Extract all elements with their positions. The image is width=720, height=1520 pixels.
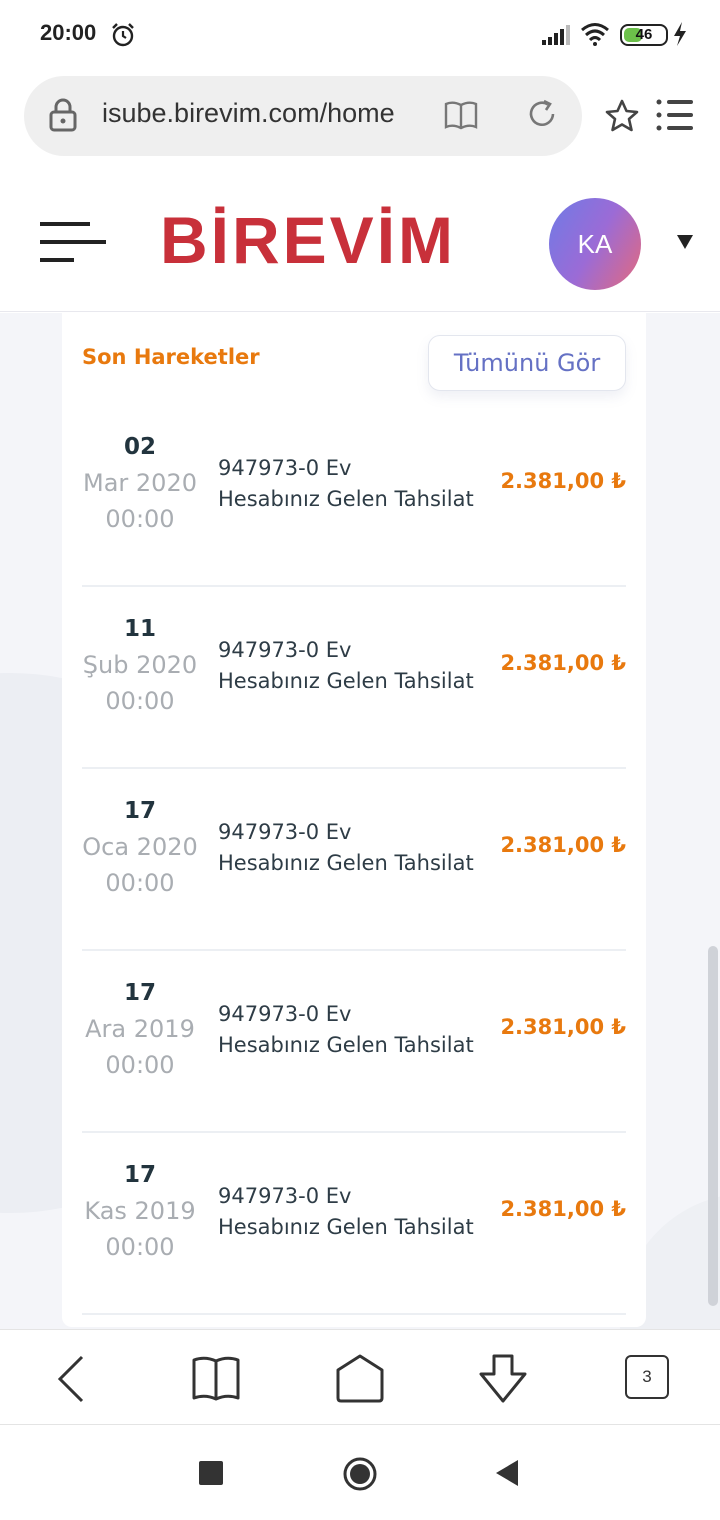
transaction-month-year: Kas 2019 [84,1197,196,1225]
recents-icon[interactable] [199,1461,223,1485]
transaction-time: 00:00 [105,1051,175,1079]
transaction-month-year: Şub 2020 [82,651,198,679]
recent-transactions-card: Son Hareketler Tümünü Gör 02 Mar 2020 00… [62,313,646,1327]
lock-icon [49,98,77,132]
see-all-button[interactable]: Tümünü Gör [428,335,626,391]
transaction-type: Hesabınız Gelen Tahsilat [218,669,474,693]
transaction-row[interactable]: 17 Kas 2019 00:00 947973-0 Ev Hesabınız … [82,1133,626,1315]
transaction-description: 947973-0 Ev Hesabınız Gelen Tahsilat [218,999,498,1061]
wifi-icon [581,23,609,46]
transaction-amount: 2.381,00 ₺ [500,1197,626,1221]
transaction-time: 00:00 [105,869,175,897]
transaction-account: 947973-0 Ev [218,456,352,480]
signal-icon [542,25,570,45]
transaction-row[interactable]: 02 Mar 2020 00:00 947973-0 Ev Hesabınız … [82,405,626,587]
transaction-amount: 2.381,00 ₺ [500,1015,626,1039]
transaction-account: 947973-0 Ev [218,638,352,662]
transaction-month-year: Mar 2020 [83,469,197,497]
caret-down-icon[interactable] [676,234,694,250]
transaction-month-year: Ara 2019 [85,1015,195,1043]
transaction-row[interactable]: 17 Oca 2020 00:00 947973-0 Ev Hesabınız … [82,769,626,951]
transaction-description: 947973-0 Ev Hesabınız Gelen Tahsilat [218,453,498,515]
charging-icon [674,22,686,46]
tabs-count-button[interactable]: 3 [625,1355,669,1399]
bookmarks-book-icon[interactable] [189,1352,243,1406]
transaction-day: 17 [123,980,156,1006]
url-text[interactable]: isube.birevim.com/home [102,98,412,134]
transaction-type: Hesabınız Gelen Tahsilat [218,487,474,511]
transaction-description: 947973-0 Ev Hesabınız Gelen Tahsilat [218,817,498,879]
page-scrollbar[interactable] [708,946,718,1306]
transaction-list: 02 Mar 2020 00:00 947973-0 Ev Hesabınız … [82,405,626,1315]
transaction-amount: 2.381,00 ₺ [500,651,626,675]
transaction-description: 947973-0 Ev Hesabınız Gelen Tahsilat [218,1181,498,1243]
transaction-date: 17 Kas 2019 00:00 [82,1157,198,1265]
transaction-day: 17 [123,798,156,824]
reader-mode-icon[interactable] [444,100,478,130]
status-bar: 20:00 46 [0,0,720,70]
transaction-amount: 2.381,00 ₺ [500,469,626,493]
download-icon[interactable] [476,1352,530,1406]
transaction-type: Hesabınız Gelen Tahsilat [218,851,474,875]
home-icon[interactable] [333,1352,387,1406]
back-arrow-icon[interactable] [44,1352,98,1406]
site-header: BİREVİM KA [0,170,720,312]
transaction-time: 00:00 [105,505,175,533]
system-back-icon[interactable] [494,1458,520,1488]
transaction-day: 02 [123,434,156,460]
transaction-row[interactable]: 11 Şub 2020 00:00 947973-0 Ev Hesabınız … [82,587,626,769]
user-avatar[interactable]: KA [549,198,641,290]
transaction-account: 947973-0 Ev [218,1184,352,1208]
address-bar[interactable]: isube.birevim.com/home [24,76,582,156]
transaction-account: 947973-0 Ev [218,820,352,844]
status-time: 20:00 [40,20,97,45]
transaction-date: 17 Oca 2020 00:00 [82,793,198,901]
card-title: Son Hareketler [82,345,260,369]
transaction-amount: 2.381,00 ₺ [500,833,626,857]
bookmark-star-icon[interactable] [604,98,640,134]
browser-toolbar: 3 [0,1329,720,1425]
system-nav-bar [0,1426,720,1520]
transaction-type: Hesabınız Gelen Tahsilat [218,1215,474,1239]
hamburger-menu-icon[interactable] [40,222,106,262]
transaction-date: 17 Ara 2019 00:00 [82,975,198,1083]
browser-menu-icon[interactable] [656,98,694,132]
transaction-date: 02 Mar 2020 00:00 [82,429,198,537]
transaction-row[interactable]: 17 Ara 2019 00:00 947973-0 Ev Hesabınız … [82,951,626,1133]
transaction-account: 947973-0 Ev [218,1002,352,1026]
transaction-time: 00:00 [105,1233,175,1261]
transaction-day: 17 [123,1162,156,1188]
transaction-month-year: Oca 2020 [82,833,198,861]
birevim-logo[interactable]: BİREVİM [160,200,456,280]
battery-indicator: 46 [620,24,668,46]
alarm-icon [112,23,134,47]
transaction-day: 11 [123,616,156,642]
transaction-type: Hesabınız Gelen Tahsilat [218,1033,474,1057]
battery-level: 46 [635,26,653,43]
reload-icon[interactable] [526,98,558,130]
transaction-date: 11 Şub 2020 00:00 [82,611,198,719]
transaction-time: 00:00 [105,687,175,715]
system-home-icon[interactable] [342,1456,378,1492]
transaction-description: 947973-0 Ev Hesabınız Gelen Tahsilat [218,635,498,697]
